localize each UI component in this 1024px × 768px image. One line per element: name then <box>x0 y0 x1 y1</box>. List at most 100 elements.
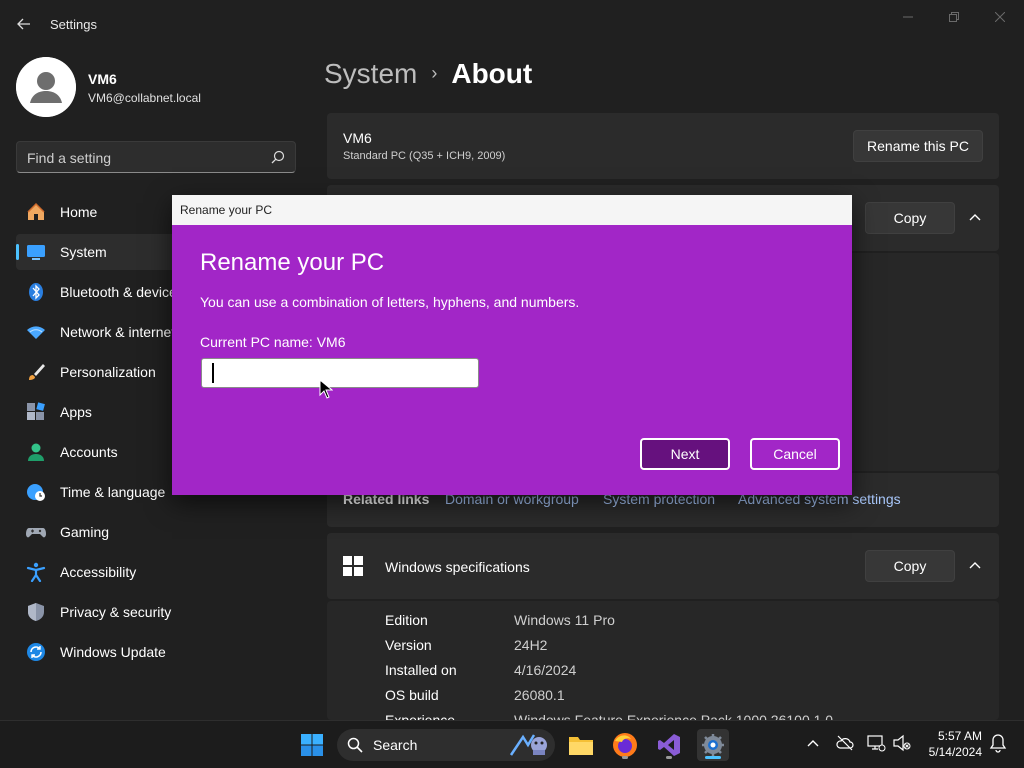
visual-studio-icon <box>658 734 680 756</box>
clock-date[interactable]: 5/14/2024 <box>929 745 982 759</box>
sidebar-item-label: Privacy & security <box>60 604 172 620</box>
dialog-title-bar[interactable]: Rename your PC <box>172 195 852 225</box>
page-title: About <box>451 58 533 89</box>
breadcrumb-separator: › <box>431 63 438 83</box>
globe-clock-icon <box>27 484 45 501</box>
windows-specs-title: Windows specifications <box>385 559 530 575</box>
settings-search[interactable] <box>16 141 296 173</box>
minimize-button[interactable] <box>888 6 928 28</box>
running-indicator <box>666 756 672 759</box>
search-highlight-icon <box>509 734 547 756</box>
copy-device-specs-button[interactable]: Copy <box>865 202 955 234</box>
device-name: VM6 <box>343 130 372 146</box>
cancel-button[interactable]: Cancel <box>750 438 840 470</box>
chevron-up-icon[interactable] <box>967 210 983 226</box>
search-icon <box>347 737 363 753</box>
minimize-icon <box>903 16 913 18</box>
search-icon <box>271 150 285 164</box>
start-button[interactable] <box>296 729 328 761</box>
close-icon <box>995 12 1005 22</box>
spec-value: 26080.1 <box>514 687 565 703</box>
bluetooth-icon <box>29 283 43 301</box>
chevron-up-icon[interactable] <box>967 558 983 574</box>
user-profile[interactable]: VM6 VM6@collabnet.local <box>16 57 296 117</box>
gear-icon <box>702 734 724 756</box>
app-title: Settings <box>50 17 97 32</box>
next-button[interactable]: Next <box>640 438 730 470</box>
sidebar-item-label: Windows Update <box>60 644 166 660</box>
maximize-button[interactable] <box>934 6 974 28</box>
spec-key: Installed on <box>385 662 457 678</box>
windows-specs-header[interactable]: Windows specifications Copy <box>327 533 999 599</box>
text-caret <box>212 363 214 383</box>
dialog-window-title: Rename your PC <box>180 203 273 217</box>
folder-icon <box>569 737 593 755</box>
system-icon <box>27 245 45 260</box>
dialog-heading: Rename your PC <box>200 249 385 276</box>
breadcrumb: System › About <box>324 58 532 90</box>
clock-time[interactable]: 5:57 AM <box>938 729 982 743</box>
search-input[interactable] <box>27 148 257 168</box>
cloud-offline-icon[interactable] <box>835 733 855 753</box>
avatar <box>16 57 76 117</box>
spec-key: Version <box>385 637 432 653</box>
close-button[interactable] <box>980 6 1020 28</box>
sidebar-item-label: Apps <box>60 404 92 420</box>
sidebar-item-label: Bluetooth & devices <box>60 284 184 300</box>
file-explorer-button[interactable] <box>565 729 597 761</box>
title-bar: Settings <box>0 0 1024 48</box>
device-model: Standard PC (Q35 + ICH9, 2009) <box>343 150 506 162</box>
profile-name: VM6 <box>88 71 117 87</box>
sidebar-item-label: Accounts <box>60 444 118 460</box>
shield-icon <box>28 603 44 621</box>
windows-logo-icon <box>343 556 363 576</box>
windows-specs-body: Edition Windows 11 Pro Version 24H2 Inst… <box>327 601 999 720</box>
sidebar-item-label: Time & language <box>60 484 166 500</box>
firefox-icon <box>613 733 637 757</box>
current-pc-name: Current PC name: VM6 <box>200 334 346 350</box>
accounts-icon <box>28 443 44 461</box>
sidebar-item-accessibility[interactable]: Accessibility <box>16 554 296 590</box>
sidebar-item-label: Network & internet <box>60 324 176 340</box>
firefox-button[interactable] <box>609 729 641 761</box>
device-name-card: VM6 Standard PC (Q35 + ICH9, 2009) Renam… <box>327 113 999 179</box>
taskbar-search-label: Search <box>373 737 418 753</box>
windows-start-icon <box>301 734 323 756</box>
settings-taskbar-button[interactable] <box>697 729 729 761</box>
sidebar-item-label: Accessibility <box>60 564 137 580</box>
taskbar: Search 5:57 AM 5/14/2024 <box>0 720 1024 768</box>
volume-muted-icon[interactable] <box>892 733 912 753</box>
profile-email: VM6@collabnet.local <box>88 91 201 105</box>
accessibility-icon <box>26 562 46 582</box>
sidebar-item-label: System <box>60 244 107 260</box>
rename-pc-button[interactable]: Rename this PC <box>853 130 983 162</box>
taskbar-search[interactable]: Search <box>337 729 555 761</box>
spec-value: Windows Feature Experience Pack 1000.261… <box>514 712 834 720</box>
mouse-pointer-icon <box>319 379 333 399</box>
sidebar-item-windows-update[interactable]: Windows Update <box>16 634 296 670</box>
rename-pc-dialog: Rename your PC Rename your PC You can us… <box>172 195 852 495</box>
spec-key: Experience <box>385 712 456 720</box>
notification-bell-icon[interactable] <box>988 733 1008 753</box>
dialog-description: You can use a combination of letters, hy… <box>200 294 580 310</box>
visual-studio-button[interactable] <box>653 729 685 761</box>
sidebar-item-gaming[interactable]: Gaming <box>16 514 296 550</box>
sidebar-item-privacy-security[interactable]: Privacy & security <box>16 594 296 630</box>
apps-icon <box>27 402 45 420</box>
back-button[interactable] <box>10 12 38 36</box>
sidebar-item-label: Home <box>60 204 98 220</box>
update-icon <box>27 643 45 661</box>
spec-value: 24H2 <box>514 637 548 653</box>
breadcrumb-parent[interactable]: System <box>324 58 417 89</box>
network-ethernet-icon[interactable] <box>866 733 886 753</box>
person-icon <box>16 57 76 117</box>
spec-key: Edition <box>385 612 428 628</box>
spec-value: 4/16/2024 <box>514 662 577 678</box>
restore-icon <box>949 12 959 22</box>
spec-value: Windows 11 Pro <box>514 612 615 628</box>
new-pc-name-input[interactable] <box>201 358 479 388</box>
network-icon <box>27 326 45 339</box>
copy-windows-specs-button[interactable]: Copy <box>865 550 955 582</box>
chevron-up-icon[interactable] <box>803 733 823 753</box>
active-indicator <box>705 756 721 759</box>
